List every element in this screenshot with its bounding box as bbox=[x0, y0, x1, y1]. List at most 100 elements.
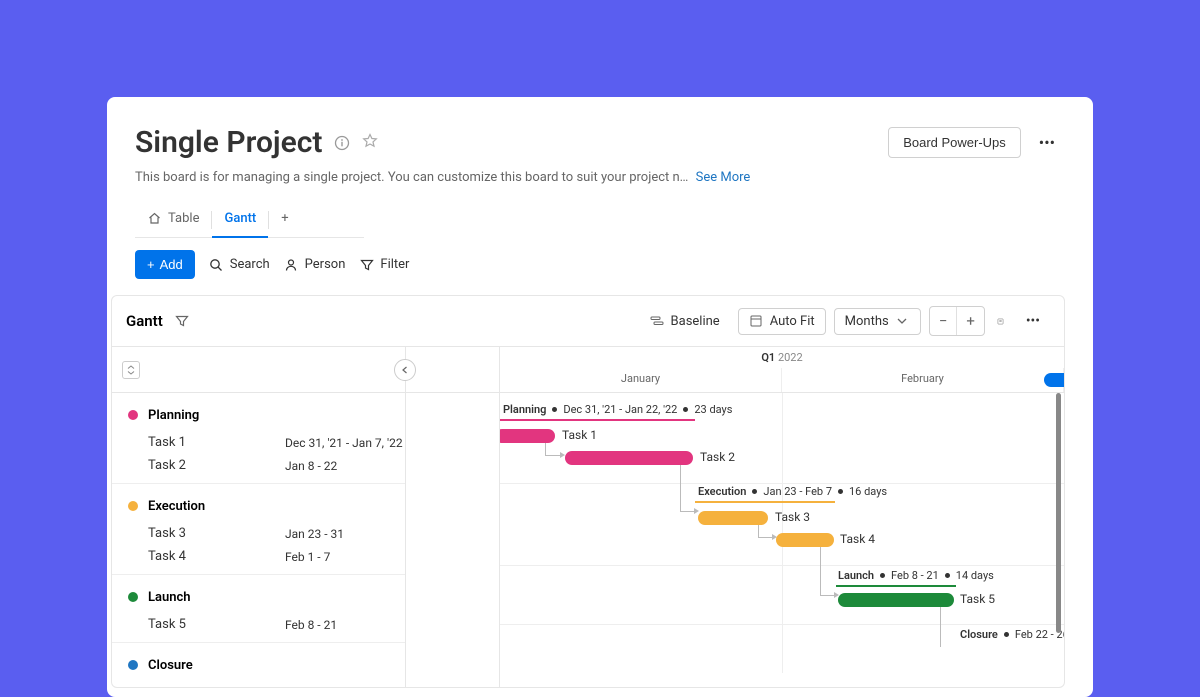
task-bar-label: Task 4 bbox=[840, 532, 875, 546]
zoom-controls: − + bbox=[929, 306, 985, 336]
baseline-icon bbox=[650, 314, 665, 329]
group-launch: Launch Task 5 Feb 8 - 21 bbox=[112, 575, 405, 643]
chevron-down-icon bbox=[895, 314, 910, 329]
task-row[interactable]: Task 5 bbox=[112, 613, 285, 636]
info-icon[interactable] bbox=[334, 135, 350, 151]
app-panel: Single Project Board Power-Ups ••• This … bbox=[107, 97, 1093, 697]
board-powerups-button[interactable]: Board Power-Ups bbox=[888, 127, 1021, 158]
group-color-dot bbox=[128, 660, 138, 670]
group-summary-label: PlanningDec 31, '21 - Jan 22, '2223 days bbox=[503, 403, 732, 416]
search-label: Search bbox=[230, 257, 270, 272]
group-header[interactable]: Planning bbox=[112, 399, 405, 431]
collapse-all-button[interactable] bbox=[122, 361, 140, 379]
task-dates: Feb 8 - 21 bbox=[285, 613, 405, 636]
add-button[interactable]: + Add bbox=[135, 250, 195, 279]
task-row[interactable]: Task 1 bbox=[112, 431, 285, 454]
timescale-label: Months bbox=[845, 314, 889, 329]
person-button[interactable]: Person bbox=[284, 253, 346, 276]
spacer-column bbox=[406, 347, 500, 687]
see-more-link[interactable]: See More bbox=[696, 170, 751, 185]
person-icon bbox=[284, 257, 299, 272]
group-color-dot bbox=[128, 410, 138, 420]
task-row[interactable]: Task 2 bbox=[112, 454, 285, 477]
board-title: Single Project bbox=[135, 125, 322, 160]
gantt-filter-icon[interactable] bbox=[175, 314, 190, 329]
gantt-title: Gantt bbox=[126, 312, 163, 330]
group-execution: Execution Task 3 Task 4 Jan 23 - 31 Feb … bbox=[112, 484, 405, 575]
month-january: January bbox=[500, 368, 782, 392]
group-header[interactable]: Execution bbox=[112, 490, 405, 522]
plus-icon: + bbox=[147, 257, 155, 272]
tab-gantt[interactable]: Gantt bbox=[212, 201, 268, 238]
favorite-icon[interactable] bbox=[362, 133, 378, 153]
group-name: Closure bbox=[148, 658, 193, 673]
board-more-icon[interactable]: ••• bbox=[1029, 127, 1065, 158]
filter-label: Filter bbox=[380, 257, 409, 272]
timeline-column[interactable]: Q1 2022 January February PlanningDec 31,… bbox=[500, 347, 1064, 687]
group-name: Planning bbox=[148, 408, 199, 423]
group-underline bbox=[695, 501, 835, 503]
task-dates: Jan 23 - 31 bbox=[285, 522, 405, 545]
task-bar-label: Task 5 bbox=[960, 592, 995, 606]
task-bar-label: Task 3 bbox=[775, 510, 810, 524]
filter-button[interactable]: Filter bbox=[359, 253, 409, 276]
board-header: Single Project Board Power-Ups ••• This … bbox=[107, 97, 1093, 238]
autofit-label: Auto Fit bbox=[770, 314, 815, 329]
baseline-button[interactable]: Baseline bbox=[640, 309, 730, 334]
tab-table[interactable]: Table bbox=[135, 201, 211, 238]
task-bar-label: Task 2 bbox=[700, 450, 735, 464]
task-bar[interactable] bbox=[838, 593, 954, 607]
task-list-column: Planning Task 1 Task 2 Dec 31, '21 - Jan… bbox=[112, 347, 406, 687]
group-summary-label: ClosureFeb 22 - 265 d bbox=[960, 628, 1064, 641]
timeline-area[interactable]: PlanningDec 31, '21 - Jan 22, '2223 days… bbox=[500, 393, 1064, 673]
board-toolbar: + Add Search Person Filter bbox=[107, 238, 1093, 291]
today-indicator bbox=[1044, 373, 1064, 387]
group-underline bbox=[500, 419, 695, 421]
task-bar[interactable] bbox=[776, 533, 834, 547]
search-icon bbox=[209, 257, 224, 272]
quarter-label: Q1 2022 bbox=[500, 351, 1064, 364]
board-description: This board is for managing a single proj… bbox=[135, 170, 1065, 185]
timeline-header: Q1 2022 January February bbox=[500, 347, 1064, 393]
task-row[interactable]: Task 3 bbox=[112, 522, 285, 545]
gantt-widget: Gantt Baseline Auto Fit Months − + bbox=[111, 295, 1065, 688]
task-dates: Dec 31, '21 - Jan 7, '22 bbox=[285, 431, 405, 454]
task-bar[interactable] bbox=[500, 429, 555, 443]
group-summary-label: LaunchFeb 8 - 2114 days bbox=[838, 569, 994, 582]
add-view-button[interactable]: + bbox=[269, 201, 300, 238]
gantt-more-icon[interactable]: ••• bbox=[1016, 307, 1050, 335]
group-name: Execution bbox=[148, 499, 205, 514]
view-tabs: Table Gantt + bbox=[135, 201, 1065, 238]
task-bar[interactable] bbox=[565, 451, 693, 465]
group-color-dot bbox=[128, 592, 138, 602]
baseline-label: Baseline bbox=[671, 314, 720, 329]
gantt-body: Planning Task 1 Task 2 Dec 31, '21 - Jan… bbox=[112, 346, 1064, 687]
autofit-button[interactable]: Auto Fit bbox=[738, 308, 826, 335]
export-icon[interactable] bbox=[993, 314, 1008, 329]
search-button[interactable]: Search bbox=[209, 253, 270, 276]
zoom-in-button[interactable]: + bbox=[957, 307, 984, 335]
group-summary-label: ExecutionJan 23 - Feb 716 days bbox=[698, 485, 887, 498]
zoom-out-button[interactable]: − bbox=[930, 307, 958, 335]
group-name: Launch bbox=[148, 590, 191, 605]
scrollbar[interactable] bbox=[1056, 393, 1061, 633]
home-icon bbox=[147, 211, 162, 226]
task-row[interactable]: Task 4 bbox=[112, 545, 285, 568]
task-dates: Feb 1 - 7 bbox=[285, 545, 405, 568]
gantt-header: Gantt Baseline Auto Fit Months − + bbox=[112, 296, 1064, 346]
task-bar[interactable] bbox=[698, 511, 768, 525]
task-bar-label: Task 1 bbox=[562, 428, 597, 442]
group-underline bbox=[836, 585, 956, 587]
timescale-select[interactable]: Months bbox=[834, 308, 921, 335]
group-color-dot bbox=[128, 501, 138, 511]
collapse-panel-button[interactable] bbox=[394, 359, 416, 381]
add-button-label: Add bbox=[160, 257, 183, 272]
month-february: February bbox=[782, 368, 1064, 392]
task-dates: Jan 8 - 22 bbox=[285, 454, 405, 477]
group-header[interactable]: Closure bbox=[112, 649, 405, 681]
group-planning: Planning Task 1 Task 2 Dec 31, '21 - Jan… bbox=[112, 393, 405, 484]
group-header[interactable]: Launch bbox=[112, 581, 405, 613]
tab-gantt-label: Gantt bbox=[224, 211, 256, 226]
board-description-text: This board is for managing a single proj… bbox=[135, 170, 688, 185]
filter-icon bbox=[359, 257, 374, 272]
